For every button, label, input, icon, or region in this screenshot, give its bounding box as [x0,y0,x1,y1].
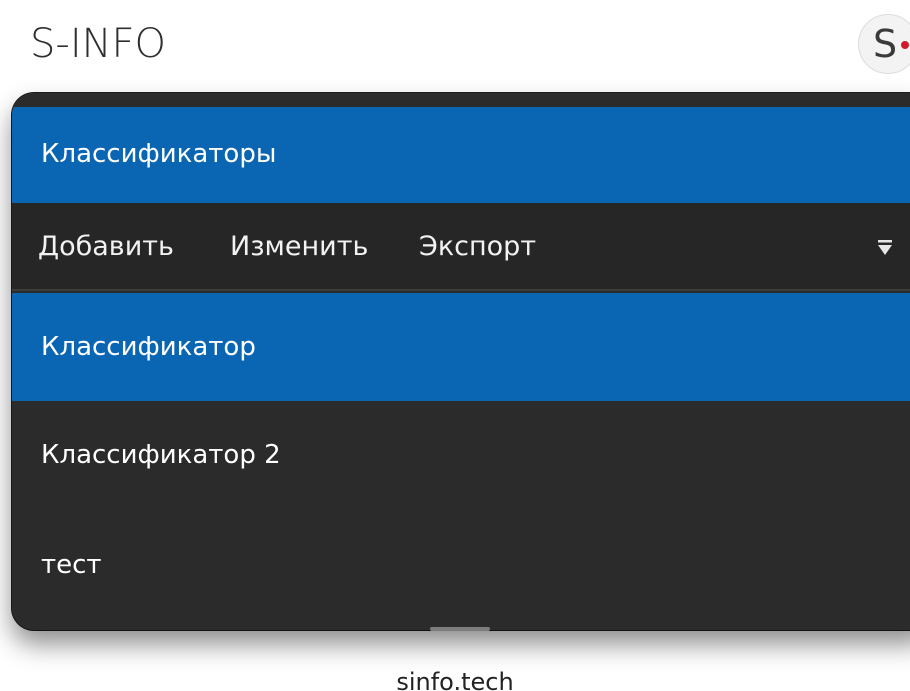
panel-header: Классификаторы [12,107,910,203]
logo-letter: S [873,22,898,66]
list-item[interactable]: тест [12,511,910,630]
list-item-label: Классификатор 2 [41,440,281,470]
export-button[interactable]: Экспорт [419,230,536,264]
triangle-down-icon[interactable] [876,239,894,257]
list-item[interactable]: Классификатор [12,293,910,401]
list-item[interactable]: Классификатор 2 [12,401,910,509]
app-title: S-INFO [30,21,167,67]
classifiers-panel: Классификаторы Добавить Изменить Экспорт… [12,93,910,630]
panel-title: Классификаторы [41,139,277,169]
logo-dot [901,41,909,49]
list-item-label: тест [41,550,102,580]
app-logo[interactable]: S [858,14,910,74]
toolbar: Добавить Изменить Экспорт [12,203,910,291]
edit-button[interactable]: Изменить [230,230,368,264]
scroll-handle[interactable] [430,627,490,631]
list-item-label: Классификатор [41,332,256,362]
page: S-INFO S Классификаторы Добавить Изменит… [0,0,910,691]
add-button[interactable]: Добавить [38,230,174,264]
footer-text: sinfo.tech [396,668,514,691]
